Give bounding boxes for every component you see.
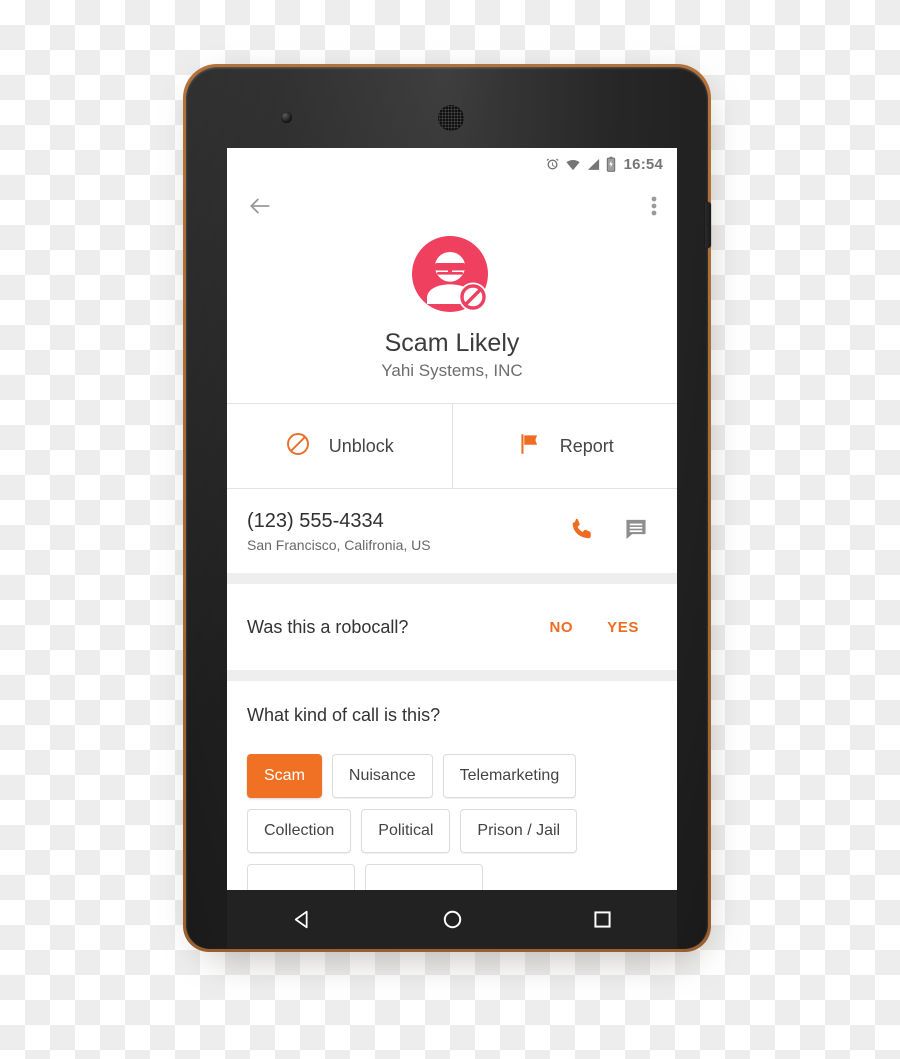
phone-number-value: (123) 555-4334 <box>247 509 384 532</box>
alarm-icon <box>545 157 560 172</box>
robocall-yes-button[interactable]: YES <box>607 619 639 636</box>
back-arrow-icon[interactable] <box>247 193 273 219</box>
call-kind-section: What kind of call is this? Scam Nuisance… <box>227 681 677 890</box>
robocall-question: Was this a robocall? <box>247 616 409 637</box>
robocall-row: Was this a robocall? NO YES <box>227 584 677 670</box>
robocall-no-button[interactable]: NO <box>549 619 573 636</box>
nav-home-circle-icon[interactable] <box>440 907 465 932</box>
phone-screen: 16:54 Scam Likely Yahi Systems, INC Unbl… <box>227 148 677 890</box>
chip-telemarketing[interactable]: Telemarketing <box>442 754 577 798</box>
cellular-signal-icon <box>586 157 601 172</box>
report-label: Report <box>559 435 614 456</box>
battery-icon <box>606 156 616 172</box>
android-nav-bar <box>227 890 677 948</box>
robocall-answer-buttons: NO YES <box>549 619 657 636</box>
action-row: Unblock Report <box>227 404 677 488</box>
chip-collection[interactable]: Collection <box>247 809 352 853</box>
flag-icon <box>516 431 542 462</box>
report-button[interactable]: Report <box>451 404 678 488</box>
phone-number-row: (123) 555-4334 San Francisco, Califronia… <box>227 489 677 573</box>
chip-row: Scam Nuisance Telemarketing <box>247 754 657 798</box>
scam-caller-blocked-avatar <box>410 234 494 318</box>
phone-location-value: San Francisco, Califronia, US <box>247 536 431 553</box>
chip-partial-2[interactable] <box>365 864 483 890</box>
chip-prison-jail[interactable]: Prison / Jail <box>460 809 578 853</box>
block-circle-icon <box>285 431 311 462</box>
caller-name: Scam Likely <box>384 329 520 357</box>
caller-header: Scam Likely Yahi Systems, INC <box>227 232 677 403</box>
phone-call-icon[interactable] <box>569 516 595 547</box>
caller-organization: Yahi Systems, INC <box>381 361 523 380</box>
chip-row: Collection Political Prison / Jail <box>247 809 657 853</box>
number-action-icons <box>569 516 657 547</box>
chip-scam[interactable]: Scam <box>247 754 322 798</box>
phone-number-text: (123) 555-4334 San Francisco, Califronia… <box>247 510 569 553</box>
unblock-label: Unblock <box>328 435 394 456</box>
chip-row-partial <box>247 864 657 890</box>
status-bar: 16:54 <box>227 148 677 180</box>
app-bar <box>227 180 677 232</box>
section-separator <box>227 670 677 681</box>
front-camera <box>281 112 292 123</box>
nav-recents-square-icon[interactable] <box>590 907 615 932</box>
earpiece-speaker <box>438 105 464 131</box>
chip-political[interactable]: Political <box>361 809 451 853</box>
status-bar-time: 16:54 <box>623 155 663 173</box>
wifi-icon <box>565 157 581 172</box>
chip-nuisance[interactable]: Nuisance <box>331 754 433 798</box>
section-separator <box>227 573 677 584</box>
nav-back-triangle-icon[interactable] <box>290 907 315 932</box>
call-kind-question: What kind of call is this? <box>247 705 441 725</box>
chip-partial-1[interactable] <box>247 864 355 890</box>
power-button[interactable] <box>705 202 711 248</box>
overflow-menu-icon[interactable] <box>651 194 657 218</box>
message-bubble-icon[interactable] <box>623 516 649 547</box>
unblock-button[interactable]: Unblock <box>227 404 452 488</box>
